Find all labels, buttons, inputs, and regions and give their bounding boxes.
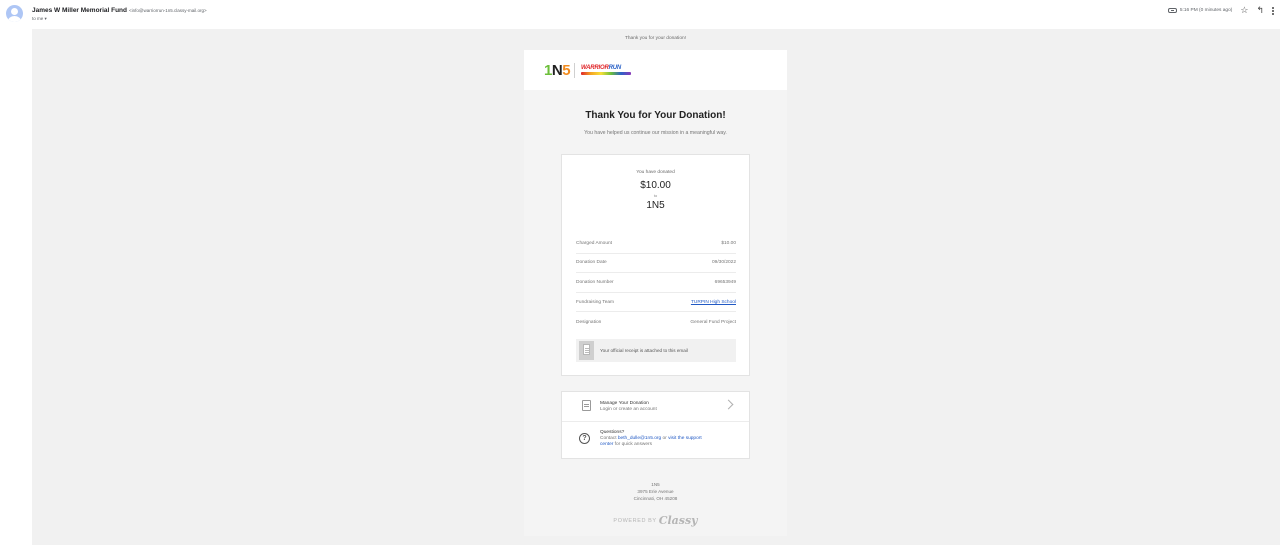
sender-email: <info@warriorrun-1n5.classy-mail.org>: [129, 8, 207, 13]
detail-label: Donation Number: [576, 279, 614, 285]
chevron-right-icon: [723, 399, 734, 410]
detail-label: Designation: [576, 319, 602, 325]
detail-value: General Fund Project: [690, 319, 736, 325]
donated-to-label: to: [653, 193, 658, 198]
question-icon: ?: [579, 433, 590, 444]
star-icon[interactable]: ☆: [1240, 6, 1248, 15]
donated-amount: $10.00: [640, 180, 671, 191]
table-row: Designation General Fund Project: [576, 312, 736, 332]
email-card: 1N5 WARRIORRUN Thank You for Your Donati…: [524, 50, 787, 536]
document-icon: [582, 400, 591, 411]
support-center-link-cont[interactable]: center: [600, 442, 613, 447]
questions-contact-line: Contact beth_dulle@1n5.org or visit the …: [600, 436, 702, 441]
detail-label: Donation Date: [576, 260, 607, 266]
detail-value: 09/30/2022: [711, 260, 736, 266]
table-row: Donation Number 69653949: [576, 273, 736, 293]
table-row: Donation Date 09/30/2022: [576, 254, 736, 274]
email-header: James W Miller Memorial Fund <info@warrio…: [0, 0, 1280, 29]
attachment-icon[interactable]: [1167, 8, 1177, 13]
donated-org: 1N5: [646, 200, 665, 211]
questions-title: Questions?: [600, 430, 625, 435]
receipt-text: Your official receipt is attached to thi…: [600, 348, 688, 353]
questions-section: ? Questions? Contact beth_dulle@1n5.org …: [562, 423, 749, 459]
sender-name[interactable]: James W Miller Memorial Fund: [32, 7, 127, 14]
manage-donation-subtitle: Login or create an account: [600, 407, 657, 412]
recipient-toggle[interactable]: to me ▾: [32, 16, 47, 22]
thank-you-title: Thank You for Your Donation!: [585, 110, 726, 121]
detail-label: Charged Amount: [576, 240, 612, 246]
sender-avatar[interactable]: [6, 5, 23, 22]
footer-address-line-2: Cincinnati, OH 45208: [633, 496, 678, 501]
footer-address-line-1: 3975 Erie Avenue: [637, 489, 674, 494]
sender-line: James W Miller Memorial Fund <info@warrio…: [32, 7, 207, 14]
thank-you-subtitle: You have helped us continue our mission …: [584, 130, 727, 136]
footer-org: 1N5: [651, 482, 660, 487]
support-center-link[interactable]: visit the support: [668, 436, 702, 441]
manage-donation-link[interactable]: Manage Your Donation Login or create an …: [562, 392, 749, 422]
warrior-run-logo[interactable]: WARRIORRUN: [581, 65, 621, 71]
detail-label: Fundraising Team: [576, 299, 615, 305]
logo-rainbow-stripe: [581, 72, 631, 75]
donation-details-table: Charged Amount $10.00 Donation Date 09/3…: [576, 234, 736, 332]
questions-contact-line-2: center for quick answers: [600, 442, 652, 447]
preheader-text: Thank you for your donation!: [624, 36, 687, 41]
receipt-icon: [579, 341, 594, 360]
detail-value: 69653949: [714, 279, 736, 285]
more-vert-icon[interactable]: [1272, 6, 1274, 15]
1n5-logo[interactable]: 1N5: [544, 62, 571, 79]
message-actions: 5:16 PM (0 minutes ago) ☆ ↰: [1167, 6, 1274, 15]
table-row: Charged Amount $10.00: [576, 234, 736, 254]
donated-label: You have donated: [636, 170, 675, 175]
reply-icon[interactable]: ↰: [1256, 6, 1264, 15]
receipt-note: Your official receipt is attached to thi…: [576, 339, 736, 362]
timestamp: 5:16 PM (0 minutes ago): [1179, 8, 1233, 13]
powered-by-label: POWERED BY: [613, 517, 657, 524]
manage-donation-title: Manage Your Donation: [600, 401, 649, 406]
fundraising-team-link[interactable]: TURPIN High School: [691, 300, 736, 305]
detail-value: $10.00: [721, 240, 736, 246]
logo-bar: 1N5 WARRIORRUN: [524, 50, 787, 90]
donation-summary-box: You have donated $10.00 to 1N5 Charged A…: [561, 154, 750, 376]
account-actions-box: Manage Your Donation Login or create an …: [561, 391, 750, 459]
classy-logo: Classy: [658, 514, 698, 528]
powered-by-classy[interactable]: POWERED BY Classy: [524, 512, 787, 530]
logo-divider: [574, 63, 575, 78]
contact-email-link[interactable]: beth_dulle@1n5.org: [618, 436, 661, 441]
table-row: Fundraising Team TURPIN High School: [576, 293, 736, 313]
